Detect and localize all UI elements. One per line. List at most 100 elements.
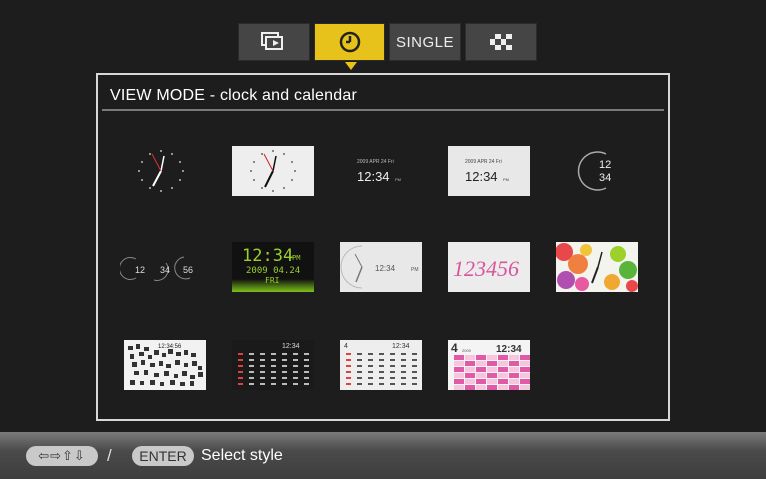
t13-time: 12:34 (392, 343, 410, 350)
t4-ampm: PM (503, 177, 509, 182)
style-thumb-analog-digital[interactable]: 12:34 PM (340, 242, 422, 292)
calendar-cell (304, 359, 309, 361)
calendar-cell (498, 367, 508, 372)
calendar-cell (498, 361, 508, 366)
calendar-cell (238, 353, 243, 355)
style-thumb-calendar-light[interactable]: 4 12:34 (340, 340, 422, 390)
calendar-cell (390, 371, 395, 373)
t13-month: 4 (344, 343, 348, 350)
calendar-cell (520, 379, 530, 384)
calendar-cell (520, 367, 530, 372)
style-thumb-bubbles[interactable] (556, 242, 638, 292)
tab-clock[interactable] (314, 23, 385, 61)
style-thumb-colorful-digits[interactable]: 123456 (448, 242, 530, 292)
calendar-cell (346, 383, 351, 385)
calendar-cell (509, 385, 519, 390)
calendar-cell (487, 355, 497, 360)
calendar-cell (454, 361, 464, 366)
calendar-cell (476, 373, 486, 378)
t7-date: 2009 04.24 (246, 266, 300, 276)
calendar-cell (487, 379, 497, 384)
view-mode-panel: VIEW MODE - clock and calendar 2009 APR … (96, 73, 670, 421)
calendar-cell (357, 365, 362, 367)
calendar-cell (520, 355, 530, 360)
calendar-cell (498, 355, 508, 360)
style-thumb-digital-dark[interactable]: 2009 APR 24 Fri 12:34 PM (344, 146, 426, 196)
calendar-cell (357, 371, 362, 373)
calendar-cell (476, 355, 486, 360)
calendar-cell (520, 385, 530, 390)
style-thumb-analog-light[interactable] (232, 146, 314, 196)
calendar-cell (412, 371, 417, 373)
calendar-cell (498, 379, 508, 384)
calendar-cell (401, 365, 406, 367)
tab-single-label: SINGLE (395, 33, 455, 51)
t6-h: 12 (135, 265, 145, 275)
calendar-cell (271, 365, 276, 367)
t8-time: 12:34 (375, 264, 396, 273)
style-thumb-digital-light[interactable]: 2009 APR 24 Fri 12:34 PM (448, 146, 530, 196)
calendar-cell (368, 359, 373, 361)
calendar-cell (368, 377, 373, 379)
calendar-cell (476, 385, 486, 390)
calendar-cell (476, 361, 486, 366)
calendar-cell (401, 377, 406, 379)
t14-time: 12:34 (496, 344, 522, 355)
calendar-cell (401, 371, 406, 373)
calendar-cell (282, 377, 287, 379)
style-thumb-calendar-dark[interactable]: 12:34 (232, 340, 314, 390)
calendar-cell (401, 383, 406, 385)
t11-time: 12:34:56 (158, 344, 182, 350)
style-thumb-lcd-green[interactable]: 12:34 PM 2009 04.24 FRI (232, 242, 314, 292)
calendar-cell (271, 383, 276, 385)
calendar-cell (304, 371, 309, 373)
style-thumb-analog-dark[interactable] (120, 146, 202, 196)
calendar-cell (520, 373, 530, 378)
tab-slideshow[interactable] (238, 23, 310, 61)
calendar-cell (249, 365, 254, 367)
selected-tab-indicator (345, 62, 357, 70)
calendar-cell (379, 383, 384, 385)
calendar-cell (465, 367, 475, 372)
calendar-cell (368, 371, 373, 373)
calendar-cell (454, 379, 464, 384)
calendar-cell (304, 353, 309, 355)
calendar-cell (487, 373, 497, 378)
calendar-cell (509, 379, 519, 384)
calendar-cell (282, 359, 287, 361)
calendar-cell (304, 377, 309, 379)
style-thumb-circle-stack[interactable]: 12 34 (554, 146, 636, 196)
calendar-cell (357, 353, 362, 355)
calendar-cell (271, 359, 276, 361)
tab-index[interactable] (465, 23, 537, 61)
t5-min: 34 (599, 172, 611, 184)
style-thumb-circles-hms[interactable]: 12 34 56 (120, 242, 202, 292)
t3-ampm: PM (395, 177, 401, 182)
calendar-cell (346, 365, 351, 367)
style-thumb-calendar-pink[interactable]: 4 2009 12:34 (448, 340, 530, 390)
calendar-cell (487, 361, 497, 366)
calendar-cell (271, 353, 276, 355)
calendar-cell (293, 359, 298, 361)
calendar-cell (346, 377, 351, 379)
t12-time: 12:34 (282, 343, 300, 350)
panel-title: VIEW MODE - clock and calendar (110, 87, 357, 104)
calendar-cell (238, 359, 243, 361)
calendar-cell (304, 383, 309, 385)
style-thumb-tiles[interactable]: 12:34:56 (124, 340, 206, 390)
tab-single[interactable]: SINGLE (389, 23, 461, 61)
t3-time: 12:34 (357, 169, 390, 184)
footer-bar: ⇦⇨⇧⇩ / ENTER Select style (0, 432, 766, 479)
calendar-cell (390, 365, 395, 367)
calendar-cell (346, 353, 351, 355)
calendar-cell (238, 377, 243, 379)
calendar-cell (238, 365, 243, 367)
calendar-cell (401, 353, 406, 355)
calendar-cell (260, 365, 265, 367)
index-grid-icon (490, 34, 512, 50)
calendar-cell (260, 359, 265, 361)
calendar-cell (465, 355, 475, 360)
calendar-cell (509, 361, 519, 366)
calendar-cell (476, 367, 486, 372)
calendar-cell (293, 371, 298, 373)
